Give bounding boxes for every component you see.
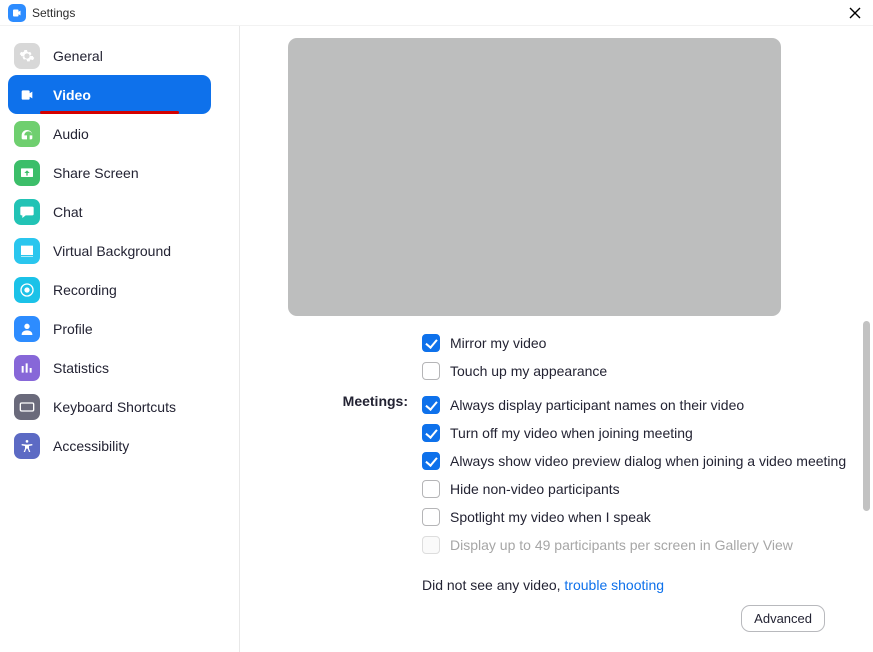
sidebar-item-label: Audio bbox=[53, 126, 89, 142]
statistics-icon bbox=[14, 355, 40, 381]
option-label: Display up to 49 participants per screen… bbox=[450, 537, 793, 553]
profile-icon bbox=[14, 316, 40, 342]
option-label: Always show video preview dialog when jo… bbox=[450, 453, 846, 469]
option-meetings-2[interactable]: Always show video preview dialog when jo… bbox=[422, 447, 846, 475]
option-label: Hide non-video participants bbox=[450, 481, 620, 497]
checkbox-icon bbox=[422, 362, 440, 380]
sidebar-item-label: Profile bbox=[53, 321, 93, 337]
content: Mirror my video Touch up my appearance M… bbox=[240, 26, 873, 652]
video-preview bbox=[288, 38, 781, 316]
settings-block: Mirror my video Touch up my appearance M… bbox=[336, 329, 873, 593]
share-icon bbox=[14, 160, 40, 186]
sidebar-item-chat[interactable]: Chat bbox=[0, 192, 239, 231]
option-label: Always display participant names on thei… bbox=[450, 397, 744, 413]
troubleshooting-link[interactable]: trouble shooting bbox=[564, 577, 664, 593]
advanced-button[interactable]: Advanced bbox=[741, 605, 825, 632]
sidebar-item-share-screen[interactable]: Share Screen bbox=[0, 153, 239, 192]
checkbox-icon bbox=[422, 452, 440, 470]
chat-icon bbox=[14, 199, 40, 225]
option-touch-up-appearance[interactable]: Touch up my appearance bbox=[422, 357, 607, 385]
sidebar: General Video Audio Share Screen Chat Virtual… bbox=[0, 26, 240, 652]
sidebar-item-label: Chat bbox=[53, 204, 83, 220]
app-icon bbox=[8, 4, 26, 22]
audio-icon bbox=[14, 121, 40, 147]
checkbox-icon bbox=[422, 480, 440, 498]
sidebar-item-general[interactable]: General bbox=[0, 36, 239, 75]
sidebar-item-accessibility[interactable]: Accessibility bbox=[0, 426, 239, 465]
window-title: Settings bbox=[32, 6, 75, 20]
recording-icon bbox=[14, 277, 40, 303]
sidebar-item-virtual-background[interactable]: Virtual Background bbox=[0, 231, 239, 270]
sidebar-item-label: General bbox=[53, 48, 103, 64]
sidebar-item-label: Recording bbox=[53, 282, 117, 298]
option-label: Spotlight my video when I speak bbox=[450, 509, 651, 525]
sidebar-item-recording[interactable]: Recording bbox=[0, 270, 239, 309]
checkbox-icon bbox=[422, 536, 440, 554]
body: General Video Audio Share Screen Chat Virtual… bbox=[0, 26, 873, 652]
sidebar-item-audio[interactable]: Audio bbox=[0, 114, 239, 153]
sidebar-item-video[interactable]: Video bbox=[8, 75, 211, 114]
option-label: Turn off my video when joining meeting bbox=[450, 425, 693, 441]
section-label-meetings: Meetings: bbox=[336, 391, 408, 409]
option-meetings-0[interactable]: Always display participant names on thei… bbox=[422, 391, 846, 419]
sidebar-item-label: Accessibility bbox=[53, 438, 129, 454]
option-meetings-4[interactable]: Spotlight my video when I speak bbox=[422, 503, 846, 531]
option-mirror-my-video[interactable]: Mirror my video bbox=[422, 329, 607, 357]
sidebar-item-label: Share Screen bbox=[53, 165, 139, 181]
sidebar-item-profile[interactable]: Profile bbox=[0, 309, 239, 348]
sidebar-item-label: Keyboard Shortcuts bbox=[53, 399, 176, 415]
checkbox-icon bbox=[422, 424, 440, 442]
scrollbar[interactable] bbox=[863, 321, 870, 511]
keyboard-icon bbox=[14, 394, 40, 420]
sidebar-item-label: Statistics bbox=[53, 360, 109, 376]
sidebar-item-label: Virtual Background bbox=[53, 243, 171, 259]
option-meetings-1[interactable]: Turn off my video when joining meeting bbox=[422, 419, 846, 447]
titlebar: Settings bbox=[0, 0, 873, 26]
accessibility-icon bbox=[14, 433, 40, 459]
checkbox-icon bbox=[422, 396, 440, 414]
hint-text: Did not see any video, trouble shooting bbox=[422, 577, 664, 593]
video-icon bbox=[14, 82, 40, 108]
checkbox-icon bbox=[422, 334, 440, 352]
sidebar-item-label: Video bbox=[53, 87, 91, 103]
sidebar-item-keyboard-shortcuts[interactable]: Keyboard Shortcuts bbox=[0, 387, 239, 426]
sidebar-item-statistics[interactable]: Statistics bbox=[0, 348, 239, 387]
close-icon[interactable] bbox=[845, 3, 865, 23]
virtualbg-icon bbox=[14, 238, 40, 264]
option-meetings-3[interactable]: Hide non-video participants bbox=[422, 475, 846, 503]
option-meetings-5: Display up to 49 participants per screen… bbox=[422, 531, 846, 559]
checkbox-icon bbox=[422, 508, 440, 526]
gear-icon bbox=[14, 43, 40, 69]
